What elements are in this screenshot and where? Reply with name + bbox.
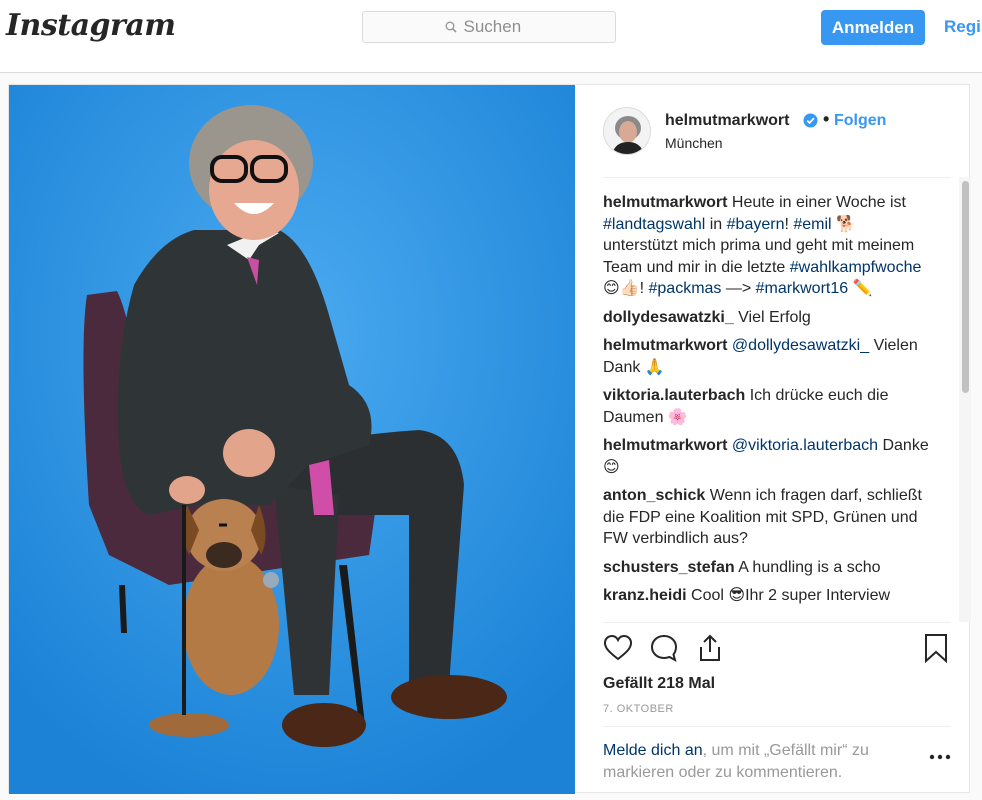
save-bookmark-icon[interactable]	[921, 633, 951, 663]
post-card: helmutmarkwort • Folgen München helmutma…	[8, 84, 971, 794]
actions-divider	[603, 622, 951, 623]
post-actions	[603, 633, 951, 669]
comment-text: ✏️	[848, 280, 873, 297]
more-options-icon[interactable]	[929, 753, 951, 761]
avatar[interactable]	[603, 107, 651, 155]
comment-item: schusters_stefan A hundling is a scho	[603, 557, 933, 579]
scrollbar-thumb[interactable]	[962, 181, 969, 393]
footer-divider	[603, 726, 951, 727]
photo-illustration	[9, 85, 575, 794]
comment-text: A hundling is a scho	[738, 558, 881, 576]
like-heart-icon[interactable]	[603, 633, 633, 663]
post-date: 7. OKTOBER	[603, 703, 674, 715]
header-divider	[603, 177, 951, 178]
instagram-logo[interactable]: Instagram	[6, 8, 176, 43]
comment-item: helmutmarkwort @dollydesawatzki_ Vielen …	[603, 335, 933, 378]
comment-text: —>	[721, 280, 756, 297]
search-icon	[445, 21, 457, 33]
comment-text: Heute in einer Woche ist	[731, 194, 906, 211]
comment-text: Viel Erfolg	[738, 308, 811, 326]
comment-item: viktoria.lauterbach Ich drücke euch die …	[603, 385, 933, 428]
comments-scrollbar[interactable]	[959, 177, 971, 622]
comment-item: helmutmarkwort @viktoria.lauterbach Dank…	[603, 435, 933, 478]
comment-username[interactable]: schusters_stefan	[603, 559, 735, 576]
comment-username[interactable]: dollydesawatzki_	[603, 309, 734, 326]
comment-hashtag-link[interactable]: #markwort16	[756, 280, 848, 297]
comment-text: Cool 😎Ihr 2 super Interview	[691, 587, 891, 604]
comment-hashtag-link[interactable]: #emil	[793, 216, 831, 233]
post-location[interactable]: München	[665, 135, 723, 151]
comment-hashtag-link[interactable]: @viktoria.lauterbach	[732, 437, 878, 454]
comment-text: in	[705, 215, 727, 233]
post-author-username[interactable]: helmutmarkwort	[665, 112, 789, 130]
comment-hashtag-link[interactable]: @dollydesawatzki_	[732, 337, 869, 354]
comment-username[interactable]: viktoria.lauterbach	[603, 387, 745, 404]
comment-item: kranz.heidi Cool 😎Ihr 2 super Interview	[603, 585, 933, 607]
post-header: helmutmarkwort • Folgen München	[575, 85, 971, 177]
comment-username[interactable]: helmutmarkwort	[603, 437, 727, 454]
comment-bubble-icon[interactable]	[649, 633, 679, 663]
comment-hashtag-link[interactable]: #bayern	[727, 216, 785, 233]
comment-username[interactable]: helmutmarkwort	[603, 337, 727, 354]
login-button[interactable]: Anmelden	[821, 10, 925, 45]
search-box[interactable]	[362, 11, 616, 43]
login-prompt: Melde dich an, um mit „Gefällt mir“ zu m…	[603, 740, 903, 784]
comment-username[interactable]: anton_schick	[603, 487, 705, 504]
comment-hashtag-link[interactable]: #landtagswahl	[603, 216, 705, 233]
post-photo[interactable]	[9, 85, 575, 794]
post-sidebar: helmutmarkwort • Folgen München helmutma…	[575, 85, 971, 794]
follow-button[interactable]: Folgen	[834, 112, 886, 130]
register-link[interactable]: Regis	[944, 17, 982, 37]
verified-badge-icon	[803, 113, 818, 128]
share-upload-icon[interactable]	[695, 633, 725, 663]
comment-username[interactable]: helmutmarkwort	[603, 194, 727, 211]
comment-item: dollydesawatzki_ Viel Erfolg	[603, 307, 933, 329]
comment-hashtag-link[interactable]: #wahlkampfwoche	[790, 259, 922, 276]
comment-item: anton_schick Wenn ich fragen darf, schli…	[603, 485, 933, 550]
comment-hashtag-link[interactable]: #packmas	[649, 280, 722, 297]
login-prompt-link[interactable]: Melde dich an	[603, 742, 703, 759]
top-navigation: Instagram Anmelden Regis	[0, 0, 982, 73]
avatar-image	[604, 108, 650, 154]
search-input[interactable]	[463, 17, 534, 37]
separator-dot: •	[823, 109, 830, 129]
comments-list: helmutmarkwort Heute in einer Woche ist …	[603, 192, 933, 617]
comment-item: helmutmarkwort Heute in einer Woche ist …	[603, 192, 933, 300]
likes-count[interactable]: Gefällt 218 Mal	[603, 675, 715, 693]
comment-text: 😊👍🏻!	[603, 280, 649, 297]
comment-username[interactable]: kranz.heidi	[603, 587, 687, 604]
